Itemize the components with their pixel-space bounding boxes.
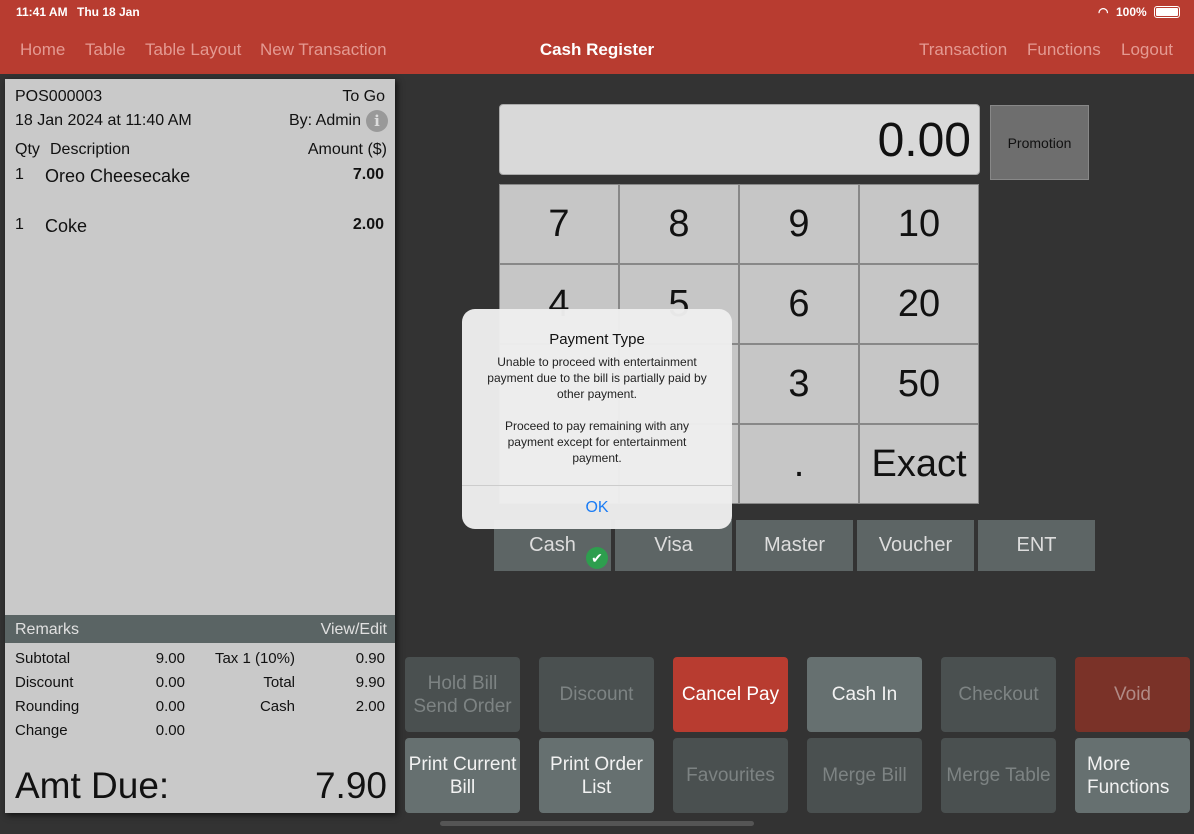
alert-title: Payment Type xyxy=(549,331,645,348)
keypad-key[interactable]: 9 xyxy=(739,184,859,264)
alert-message: Unable to proceed with entertainment pay… xyxy=(487,355,707,401)
payment-master-button[interactable]: Master xyxy=(736,520,853,571)
total-value: 9.90 xyxy=(355,674,385,691)
nav-transaction[interactable]: Transaction xyxy=(919,40,1007,60)
item-qty: 1 xyxy=(15,216,24,233)
favourites-button[interactable]: Favourites xyxy=(673,738,788,813)
keypad-key[interactable]: 7 xyxy=(499,184,619,264)
info-icon[interactable]: i xyxy=(366,110,388,132)
subtotal-label: Subtotal xyxy=(15,650,71,667)
status-time: 11:41 AM xyxy=(16,5,68,19)
merge-table-button[interactable]: Merge Table xyxy=(941,738,1056,813)
tax-value: 0.90 xyxy=(355,650,385,667)
keypad-key[interactable]: . xyxy=(739,424,859,504)
order-type: To Go xyxy=(342,88,385,105)
keypad-key[interactable]: 50 xyxy=(859,344,979,424)
battery-icon xyxy=(1154,6,1180,18)
nav-logout[interactable]: Logout xyxy=(1121,40,1173,60)
tax-label: Tax 1 (10%) xyxy=(214,650,295,667)
total-label: Total xyxy=(263,674,295,691)
header-qty: Qty xyxy=(15,141,40,158)
order-datetime: 18 Jan 2024 at 11:40 AM xyxy=(15,112,192,129)
item-amount: 7.00 xyxy=(352,166,384,183)
status-date: Thu 18 Jan xyxy=(77,5,140,19)
change-value: 0.00 xyxy=(155,722,185,739)
print-order-list-button[interactable]: Print Order List xyxy=(539,738,654,813)
keypad-key[interactable]: 3 xyxy=(739,344,859,424)
amount-due-value: 7.90 xyxy=(314,765,387,806)
ok-button[interactable]: OK xyxy=(462,485,732,529)
item-description: Coke xyxy=(45,216,88,236)
keypad-key[interactable]: 6 xyxy=(739,264,859,344)
keypad-key[interactable]: Exact xyxy=(859,424,979,504)
wifi-icon: ◠ xyxy=(1098,5,1109,19)
cash-in-button[interactable]: Cash In xyxy=(807,657,922,732)
void-button[interactable]: Void xyxy=(1075,657,1190,732)
keypad-key[interactable]: 10 xyxy=(859,184,979,264)
item-amount: 2.00 xyxy=(352,216,384,233)
keypad-key[interactable]: 20 xyxy=(859,264,979,344)
remarks-bar[interactable]: Remarks View/Edit xyxy=(5,615,395,643)
view-edit-link[interactable]: View/Edit xyxy=(321,621,387,639)
cash-value: 2.00 xyxy=(355,698,385,715)
battery-level: 100% xyxy=(1116,5,1147,19)
horizontal-scrollbar[interactable] xyxy=(440,821,754,826)
hold-bill-send-order-button[interactable]: Hold Bill Send Order xyxy=(405,657,520,732)
print-current-bill-button[interactable]: Print Current Bill xyxy=(405,738,520,813)
selected-check-icon: ✔ xyxy=(586,547,608,569)
checkout-button[interactable]: Checkout xyxy=(941,657,1056,732)
subtotal-value: 9.00 xyxy=(155,650,185,667)
item-description: Oreo Cheesecake xyxy=(45,166,191,186)
item-qty: 1 xyxy=(15,166,24,183)
remarks-label: Remarks xyxy=(15,621,80,638)
merge-bill-button[interactable]: Merge Bill xyxy=(807,738,922,813)
discount-button[interactable]: Discount xyxy=(539,657,654,732)
top-bar: 11:41 AM Thu 18 Jan ◠ 100% Home Table Ta… xyxy=(0,0,1194,74)
discount-value: 0.00 xyxy=(155,674,185,691)
cash-label: Cash xyxy=(259,698,295,715)
alert-message-2: Proceed to pay remaining with any paymen… xyxy=(504,419,690,465)
order-by: By: Admin xyxy=(288,112,361,129)
payment-ent-button[interactable]: ENT xyxy=(978,520,1095,571)
keypad-key[interactable]: 8 xyxy=(619,184,739,264)
amount-display: 0.00 xyxy=(499,104,980,175)
amount-due-label: Amt Due: xyxy=(15,765,170,806)
page-title: Cash Register xyxy=(539,40,655,59)
change-label: Change xyxy=(15,722,68,739)
discount-label: Discount xyxy=(15,674,74,691)
nav-functions[interactable]: Functions xyxy=(1027,40,1101,60)
payment-voucher-button[interactable]: Voucher xyxy=(857,520,974,571)
promotion-button[interactable]: Promotion xyxy=(990,105,1089,180)
cancel-pay-button[interactable]: Cancel Pay xyxy=(673,657,788,732)
order-id: POS000003 xyxy=(15,88,103,105)
receipt-panel: POS000003 To Go 18 Jan 2024 at 11:40 AM … xyxy=(5,79,395,813)
rounding-value: 0.00 xyxy=(155,698,185,715)
payment-type-alert: Payment Type Unable to proceed with ente… xyxy=(462,309,732,529)
header-description: Description xyxy=(50,141,131,158)
header-amount: Amount ($) xyxy=(307,141,387,158)
more-functions-button[interactable]: More Functions xyxy=(1075,738,1190,813)
rounding-label: Rounding xyxy=(15,698,80,715)
